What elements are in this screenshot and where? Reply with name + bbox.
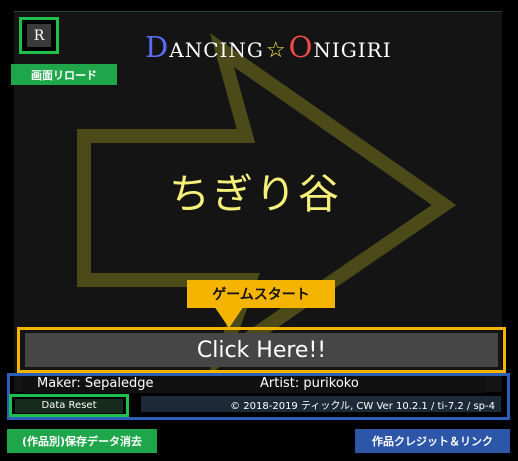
data-reset-frame: Data Reset — [9, 394, 129, 417]
reload-button[interactable]: R — [19, 17, 59, 54]
reset-annotation: (作品別)保存データ消去 — [7, 429, 157, 453]
title-word-onigiri: NIGIRI — [313, 38, 392, 62]
start-annotation-pointer — [214, 306, 244, 328]
start-button-frame: Click Here!! — [17, 327, 506, 373]
artist-credit[interactable]: Artist: purikoko — [260, 376, 359, 391]
reload-key-label[interactable]: R — [27, 24, 51, 47]
credits-annotation: 作品クレジット＆リンク — [355, 429, 510, 453]
title-word-dancing: ANCING — [169, 38, 264, 62]
reload-annotation: 画面リロード — [11, 64, 117, 85]
data-reset-button[interactable]: Data Reset — [15, 398, 123, 413]
song-title: ちぎり谷 — [169, 170, 341, 218]
version-info[interactable]: © 2018-2019 ティックル, CW Ver 10.2.1 / ti-7.… — [141, 396, 501, 412]
maker-credit[interactable]: Maker: Sepaledge — [37, 376, 153, 391]
start-annotation: ゲームスタート — [187, 280, 335, 308]
start-button[interactable]: Click Here!! — [25, 333, 498, 367]
version-text[interactable]: © 2018-2019 ティックル, CW Ver 10.2.1 / ti-7.… — [230, 397, 495, 412]
credits-link[interactable]: Maker: Sepaledge Artist: purikoko — [22, 376, 486, 393]
title-initial-o: O — [288, 30, 314, 64]
game-title: D ANCING ☆ O NIGIRI — [145, 30, 392, 66]
star-icon: ☆ — [265, 38, 287, 63]
title-initial-d: D — [145, 30, 170, 64]
